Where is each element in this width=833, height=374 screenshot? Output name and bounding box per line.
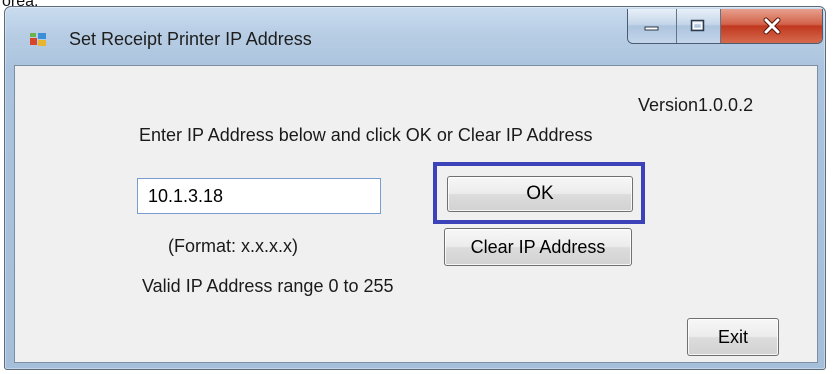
dialog-body: Version1.0.0.2 Enter IP Address below an… — [14, 65, 818, 363]
clear-ip-button[interactable]: Clear IP Address — [444, 228, 632, 266]
ok-button[interactable]: OK — [447, 176, 633, 212]
valid-range-label: Valid IP Address range 0 to 255 — [142, 276, 394, 296]
instructions-label: Enter IP Address below and click OK or C… — [139, 125, 593, 145]
exit-button[interactable]: Exit — [687, 318, 779, 356]
format-hint: (Format: x.x.x.x) — [168, 236, 298, 256]
minimize-icon — [644, 26, 659, 31]
close-icon — [763, 17, 781, 35]
close-button[interactable] — [721, 9, 822, 43]
ip-address-input[interactable] — [137, 178, 381, 214]
maximize-icon — [691, 19, 705, 32]
window-title: Set Receipt Printer IP Address — [69, 29, 312, 49]
title-bar[interactable]: Set Receipt Printer IP Address — [5, 7, 825, 65]
dialog-window: Set Receipt Printer IP Address Version1.… — [4, 6, 826, 370]
caption-buttons — [627, 9, 823, 44]
version-label: Version1.0.0.2 — [638, 95, 754, 115]
maximize-button[interactable] — [676, 9, 722, 43]
minimize-button[interactable] — [628, 9, 677, 43]
app-window-icon — [30, 33, 46, 46]
